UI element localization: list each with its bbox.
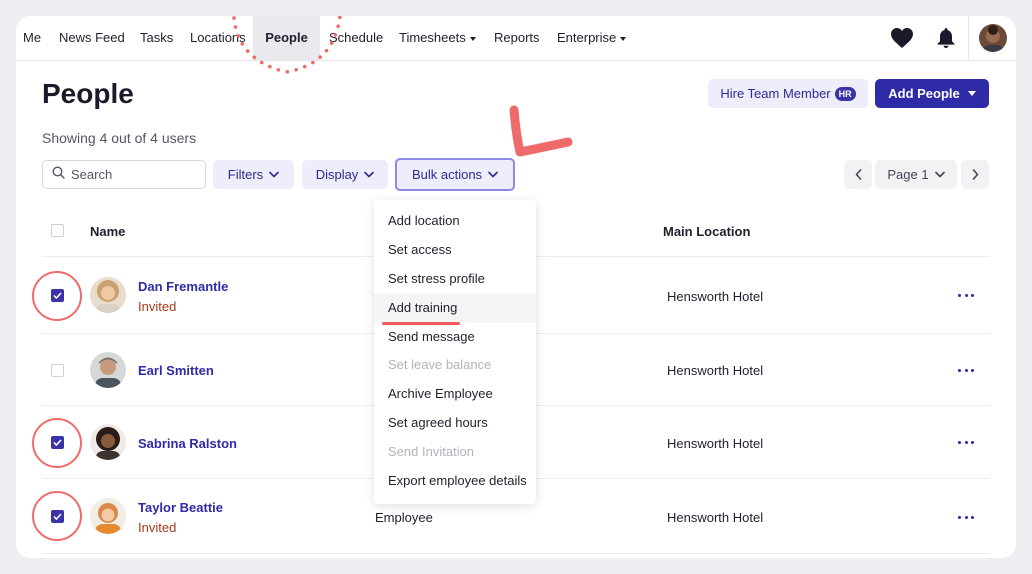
annotation-underline [382,322,460,325]
bulk-actions-menu: Add location Set access Set stress profi… [374,200,536,504]
row-divider [42,553,990,554]
person-name-link[interactable]: Earl Smitten [138,363,214,378]
chevron-left-icon [855,169,861,180]
row-checkbox[interactable] [51,289,64,302]
nav-timesheets[interactable]: Timesheets [399,16,476,60]
more-options-icon[interactable] [958,512,974,522]
person-name-link[interactable]: Taylor Beattie [138,500,223,515]
nav-enterprise-label: Enterprise [557,30,617,45]
user-count-text: Showing 4 out of 4 users [42,130,197,146]
status-invited: Invited [138,520,177,535]
avatar [90,277,126,313]
main-location-cell: Hensworth Hotel [667,289,764,304]
heart-icon[interactable] [890,26,914,50]
more-options-icon[interactable] [958,365,974,375]
page-label: Page 1 [887,167,929,182]
hire-team-member-button[interactable]: Hire Team Member HR [708,79,868,108]
menu-item-set-agreed-hours[interactable]: Set agreed hours [374,409,536,438]
row-checkbox[interactable] [51,364,64,377]
annotation-dotted-arc [232,16,342,74]
next-page-button[interactable] [961,160,989,189]
nav-divider [968,16,969,60]
app-card: Me News Feed Tasks Locations People Sche… [16,16,1016,558]
check-icon [53,439,62,446]
role-cell: Employee [375,510,433,525]
hire-button-label: Hire Team Member [720,86,831,101]
search-icon [52,165,65,184]
prev-page-button[interactable] [844,160,872,189]
main-location-cell: Hensworth Hotel [667,363,764,378]
more-options-icon[interactable] [958,290,974,300]
menu-item-set-leave-balance: Set leave balance [388,357,492,372]
column-header-name[interactable]: Name [90,224,125,239]
main-location-cell: Hensworth Hotel [667,436,764,451]
caret-down-icon [620,36,627,41]
main-location-cell: Hensworth Hotel [667,510,764,525]
bulk-actions-button[interactable]: Bulk actions [395,158,515,191]
avatar [90,352,126,388]
filters-button[interactable]: Filters [213,160,294,189]
check-icon [53,513,62,520]
row-checkbox[interactable] [51,510,64,523]
bulk-actions-label: Bulk actions [411,167,483,182]
avatar [90,498,126,534]
top-nav: Me News Feed Tasks Locations People Sche… [16,16,1016,61]
column-header-main-location[interactable]: Main Location [663,224,750,239]
nav-tasks[interactable]: Tasks [140,16,173,60]
menu-item-send-invitation: Send Invitation [388,444,475,459]
menu-item-send-message[interactable]: Send message [374,323,536,352]
status-invited: Invited [138,299,177,314]
page-title: People [42,78,134,109]
person-name-link[interactable]: Dan Fremantle [138,279,228,294]
display-label: Display [315,167,359,182]
row-checkbox[interactable] [51,436,64,449]
menu-item-add-location[interactable]: Add location [374,207,536,236]
menu-item-set-access[interactable]: Set access [374,236,536,265]
chevron-right-icon [972,169,978,180]
chevron-down-icon [488,171,498,178]
nav-me[interactable]: Me [23,16,41,60]
caret-down-icon [469,36,476,41]
add-people-label: Add People [888,86,960,101]
bell-icon[interactable] [934,26,958,50]
hr-badge: HR [834,86,856,101]
avatar [90,424,126,460]
chevron-down-icon [364,171,375,178]
chevron-down-icon [934,171,945,178]
select-all-checkbox[interactable] [51,224,64,237]
annotation-check-mark [509,105,573,157]
nav-reports[interactable]: Reports [494,16,540,60]
search-input[interactable] [71,167,191,182]
display-button[interactable]: Display [302,160,388,189]
page-select[interactable]: Page 1 [875,160,957,189]
nav-news-feed[interactable]: News Feed [59,16,125,60]
nav-enterprise[interactable]: Enterprise [557,16,627,60]
more-options-icon[interactable] [958,437,974,447]
user-avatar[interactable] [979,24,1007,52]
menu-item-archive-employee[interactable]: Archive Employee [374,380,536,409]
menu-item-set-stress-profile[interactable]: Set stress profile [374,265,536,294]
chevron-down-icon [269,171,279,178]
add-people-button[interactable]: Add People [875,79,989,108]
filters-label: Filters [227,167,264,182]
search-field[interactable] [42,160,206,189]
menu-item-export-employee-details[interactable]: Export employee details [374,467,536,496]
check-icon [53,292,62,299]
person-name-link[interactable]: Sabrina Ralston [138,436,237,451]
nav-timesheets-label: Timesheets [399,30,466,45]
menu-item-add-training[interactable]: Add training [374,294,536,323]
caret-down-icon [967,91,976,96]
